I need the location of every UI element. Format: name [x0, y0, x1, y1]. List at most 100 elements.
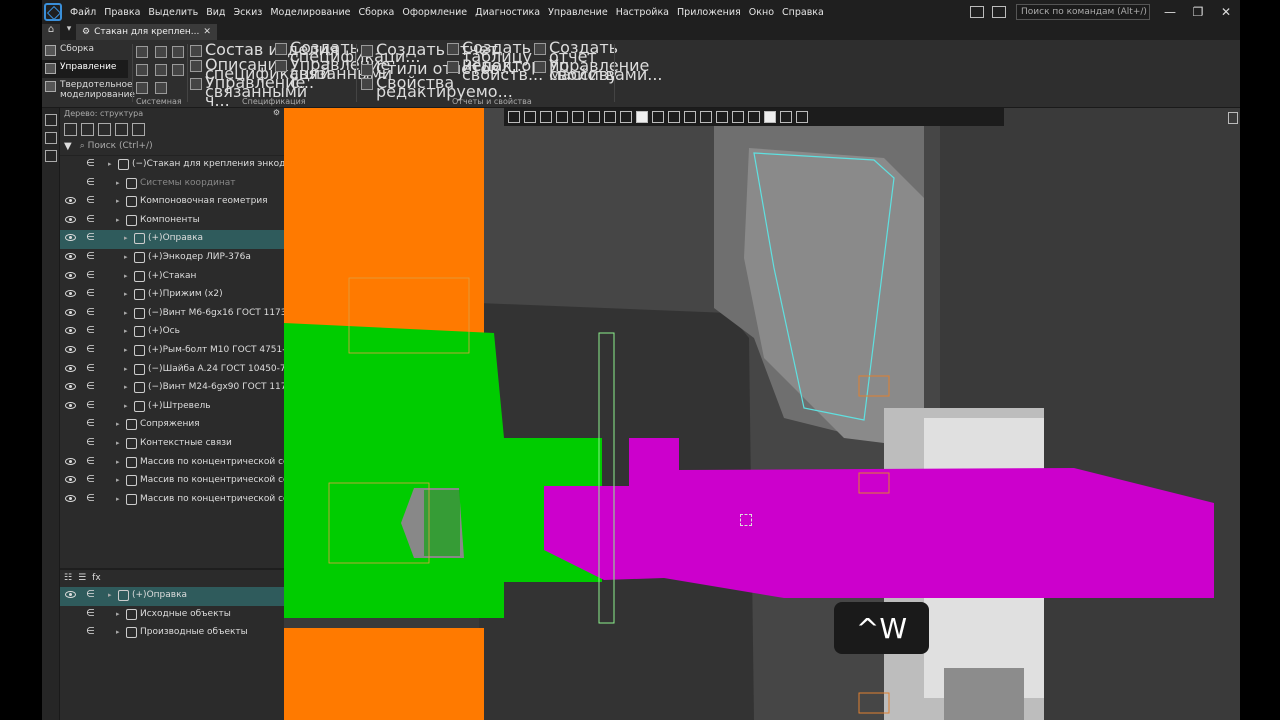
select-icon[interactable] — [780, 111, 792, 123]
menu-item[interactable]: Приложения — [673, 7, 745, 18]
menu-item[interactable]: Моделирование — [266, 7, 354, 18]
visibility-eye-icon[interactable] — [65, 457, 76, 465]
include-icon[interactable]: ∈ — [86, 214, 95, 225]
expand-arrow-icon[interactable]: ▸ — [124, 365, 128, 373]
expand-arrow-icon[interactable]: ▸ — [116, 179, 120, 187]
visibility-eye-icon[interactable] — [65, 345, 76, 353]
expand-arrow-icon[interactable]: ▸ — [116, 628, 120, 636]
3d-viewport[interactable]: ^W — [284, 108, 1240, 720]
include-icon[interactable]: ∈ — [86, 270, 95, 281]
view-tool-4[interactable] — [556, 111, 568, 123]
properties-panel-icon[interactable] — [1228, 112, 1238, 124]
expand-arrow-icon[interactable]: ▸ — [116, 610, 120, 618]
include-icon[interactable]: ∈ — [86, 437, 95, 448]
document-tab[interactable]: ⚙ Стакан для креплен... ✕ — [76, 24, 217, 40]
menu-item[interactable]: Управление — [544, 7, 612, 18]
system-button-6[interactable] — [172, 64, 184, 76]
menu-item[interactable]: Окно — [745, 7, 778, 18]
include-icon[interactable]: ∈ — [86, 418, 95, 429]
visibility-eye-icon[interactable] — [65, 476, 76, 484]
include-icon[interactable]: ∈ — [86, 344, 95, 355]
visibility-eye-icon[interactable] — [65, 401, 76, 409]
menu-item[interactable]: Файл — [66, 7, 100, 18]
command-search-input[interactable]: Поиск по командам (Alt+/) — [1016, 4, 1150, 20]
panel-toggle-icon[interactable] — [970, 6, 984, 18]
tree-row[interactable]: ∈ ▸ Массив по концентрической сетке:1 — [60, 454, 314, 473]
visibility-eye-icon[interactable] — [65, 252, 76, 260]
minimize-button[interactable]: — — [1156, 5, 1184, 19]
filter-tool-icon[interactable] — [764, 111, 776, 123]
system-button-1[interactable] — [136, 46, 148, 58]
display-mode-icon[interactable] — [636, 111, 648, 123]
camera-icon[interactable] — [684, 111, 696, 123]
visibility-eye-icon[interactable] — [65, 197, 76, 205]
tree-row[interactable]: ∈ ▸ (−)Винт М6-6gx16 ГОСТ 11738-84 ( — [60, 305, 313, 324]
visibility-eye-icon[interactable] — [65, 383, 76, 391]
tree-icon[interactable] — [45, 114, 57, 126]
include-icon[interactable]: ∈ — [86, 456, 95, 467]
formula-icon[interactable]: fx — [92, 573, 101, 583]
menu-item[interactable]: Эскиз — [229, 7, 266, 18]
menu-item[interactable]: Сборка — [354, 7, 398, 18]
tree-row[interactable]: ∈ ▸ (+)Ось — [60, 323, 284, 342]
menu-item[interactable]: Правка — [100, 7, 144, 18]
tree-row[interactable]: ∈ ▸ (−)Стакан для крепления энкодера (Те — [60, 156, 320, 175]
visibility-eye-icon[interactable] — [65, 591, 76, 598]
expand-arrow-icon[interactable]: ▸ — [116, 439, 120, 447]
expand-arrow-icon[interactable]: ▸ — [108, 591, 112, 599]
home-icon[interactable]: ⌂ — [42, 24, 60, 40]
system-button-5[interactable] — [155, 64, 167, 76]
visibility-eye-icon[interactable] — [65, 215, 76, 223]
screenshot-icon[interactable] — [992, 6, 1006, 18]
include-icon[interactable]: ∈ — [86, 474, 95, 485]
pan-icon[interactable] — [588, 111, 600, 123]
tree-filter-icon[interactable] — [98, 122, 111, 136]
include-icon[interactable]: ∈ — [86, 288, 95, 299]
tree-row[interactable]: ∈ ▸ (+)Оправка — [60, 587, 284, 606]
orientation-icon[interactable] — [620, 111, 632, 123]
include-icon[interactable]: ∈ — [86, 589, 95, 600]
expand-arrow-icon[interactable]: ▸ — [116, 476, 120, 484]
visibility-eye-icon[interactable] — [65, 494, 76, 502]
tree-row[interactable]: ∈ ▸ Системы координат — [60, 175, 284, 194]
tree-row[interactable]: ∈ ▸ (+)Прижим (x2) — [60, 286, 284, 305]
tree-row[interactable]: ∈ ▸ (−)Винт М24-6gx90 ГОСТ 11738-84 — [60, 379, 313, 398]
hide-icon[interactable] — [716, 111, 728, 123]
expand-arrow-icon[interactable]: ▸ — [116, 458, 120, 466]
mode-0[interactable]: Сборка — [42, 42, 128, 60]
expand-arrow-icon[interactable]: ▸ — [124, 253, 128, 261]
mode-2[interactable]: Твердотельное моделирование — [42, 78, 135, 100]
expand-arrow-icon[interactable]: ▸ — [116, 197, 120, 205]
wireframe-icon[interactable] — [652, 111, 664, 123]
measure-icon[interactable] — [748, 111, 760, 123]
visibility-eye-icon[interactable] — [65, 364, 76, 372]
tree-components-icon[interactable] — [81, 122, 94, 136]
visibility-eye-icon[interactable] — [65, 271, 76, 279]
visibility-icon[interactable] — [668, 111, 680, 123]
include-icon[interactable]: ∈ — [86, 195, 95, 206]
include-icon[interactable]: ∈ — [86, 251, 95, 262]
tree-row[interactable]: ∈ ▸ (+)Рым-болт М10 ГОСТ 4751-73 — [60, 342, 297, 361]
expand-arrow-icon[interactable]: ▸ — [124, 309, 128, 317]
include-icon[interactable]: ∈ — [86, 177, 95, 188]
view-tool-1[interactable] — [508, 111, 520, 123]
menu-item[interactable]: Вид — [202, 7, 229, 18]
tree-grid-icon[interactable] — [115, 122, 128, 136]
expand-arrow-icon[interactable]: ▸ — [124, 383, 128, 391]
pipette-icon[interactable] — [796, 111, 808, 123]
tree-row[interactable]: ∈ ▸ Компоновочная геометрия — [60, 193, 284, 212]
layers-icon[interactable] — [45, 150, 57, 162]
tree-row[interactable]: ∈ ▸ Массив по концентрической сетке:3 — [60, 491, 314, 510]
tab-dropdown-icon[interactable]: ▾ — [62, 24, 76, 40]
tree-row[interactable]: ∈ ▸ Производные объекты — [60, 624, 284, 643]
ribbon-item-edit-properties[interactable]: Свойства редактируемо... — [361, 75, 513, 100]
filter-icon[interactable]: ▼ — [64, 141, 72, 152]
print-icon[interactable] — [136, 64, 148, 76]
visibility-eye-icon[interactable] — [65, 290, 76, 298]
tree-row[interactable]: ∈ ▸ Компоненты — [60, 212, 284, 231]
tree-row[interactable]: ∈ ▸ Исходные объекты — [60, 606, 284, 625]
tree-row[interactable]: ∈ ▸ Контекстные связи — [60, 435, 284, 454]
menu-item[interactable]: Настройка — [612, 7, 673, 18]
tree-row[interactable]: ∈ ▸ (+)Оправка — [60, 230, 284, 249]
redo-icon[interactable] — [155, 82, 167, 94]
